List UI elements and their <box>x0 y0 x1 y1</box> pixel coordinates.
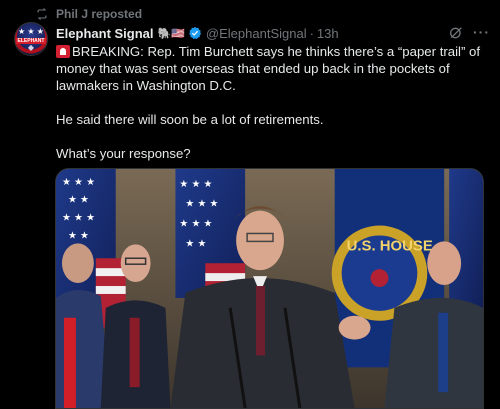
svg-text:★ ★ ★: ★ ★ ★ <box>62 213 95 224</box>
tweet-line-3: What’s your response? <box>56 146 191 161</box>
author-emoji: 🐘🇺🇸 <box>157 27 185 40</box>
repost-label: Phil J reposted <box>56 7 143 21</box>
svg-text:★ ★ ★: ★ ★ ★ <box>179 219 212 230</box>
siren-emoji-icon <box>56 45 70 58</box>
author-name[interactable]: Elephant Signal <box>56 26 154 41</box>
tweet-line-2: He said there will soon be a lot of reti… <box>56 112 324 127</box>
repost-icon <box>37 8 47 20</box>
verified-badge-icon[interactable] <box>188 26 202 40</box>
tweet-text: BREAKING: Rep. Tim Burchett says he thin… <box>56 43 488 162</box>
avatar-star-icon: ★ ★ ★ <box>18 27 44 36</box>
avatar[interactable]: ★ ★ ★ ELEPHANT ◆ <box>14 22 48 56</box>
author-handle[interactable]: @ElephantSignal <box>206 26 307 41</box>
svg-text:★ ★: ★ ★ <box>185 238 206 249</box>
repost-header[interactable]: Phil J reposted <box>36 6 142 22</box>
separator: · <box>309 25 314 41</box>
flag-text: U.S. HOUSE <box>347 238 433 254</box>
avatar-elephant-icon: ◆ <box>27 43 35 52</box>
more-options-icon[interactable]: ··· <box>473 24 490 40</box>
grok-icon[interactable] <box>448 25 464 41</box>
tweet-line-1: BREAKING: Rep. Tim Burchett says he thin… <box>56 44 481 93</box>
tweet-image[interactable]: ★ ★ ★ ★ ★ ★ ★ ★ ★ ★ ★ ★ ★ ★ ★ ★ ★ ★ ★ ★ ★ U.S.… <box>55 168 484 409</box>
press-conference-photo: ★ ★ ★ ★ ★ ★ ★ ★ ★ ★ ★ ★ ★ ★ ★ ★ ★ ★ ★ ★ ★ U.S.… <box>56 169 483 408</box>
tweet-header: Elephant Signal 🐘🇺🇸 @ElephantSignal · 13… <box>56 24 490 42</box>
svg-text:★ ★ ★: ★ ★ ★ <box>179 179 212 190</box>
svg-text:★ ★: ★ ★ <box>68 230 89 241</box>
svg-text:★ ★ ★: ★ ★ ★ <box>62 177 95 188</box>
timestamp[interactable]: 13h <box>317 26 339 41</box>
svg-text:★ ★: ★ ★ <box>68 195 89 206</box>
svg-text:★ ★ ★: ★ ★ ★ <box>185 199 218 210</box>
